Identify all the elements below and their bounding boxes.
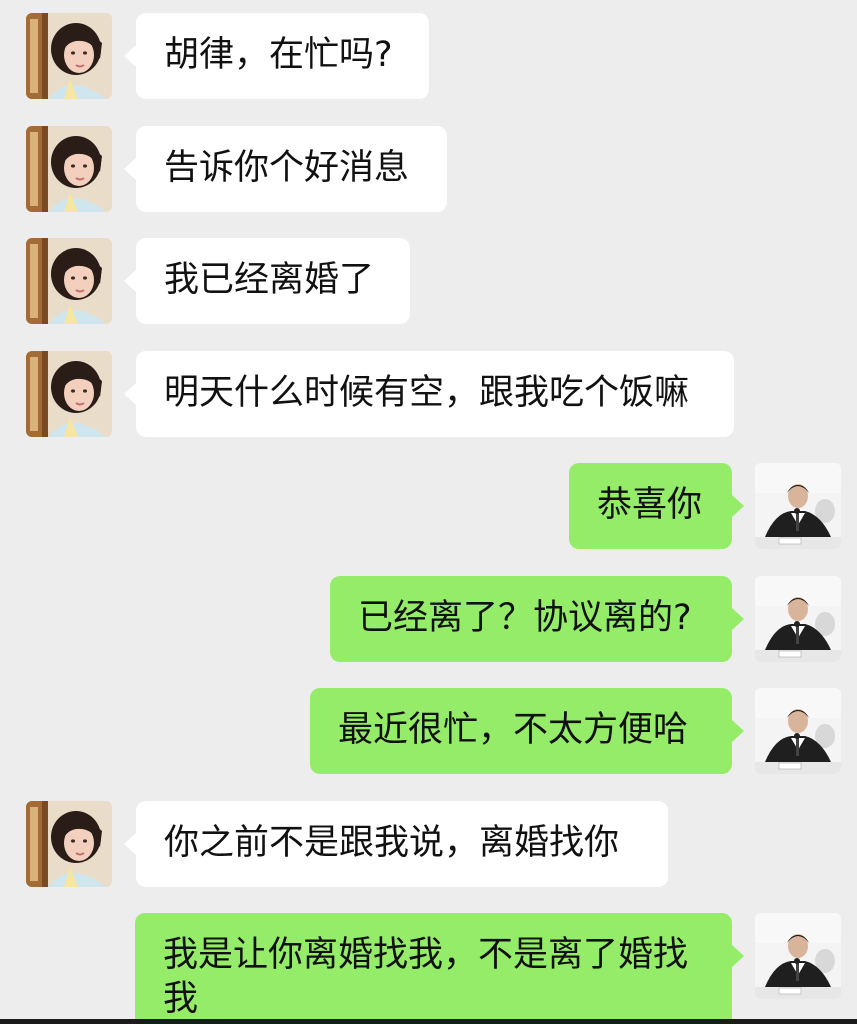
message-text: 已经离了？协议离的? — [358, 598, 692, 638]
sent-message-bubble[interactable]: 我是让你离婚找我，不是离了婚找我 — [135, 913, 744, 1024]
message-text: 我是让你离婚找我，不是离了婚找我 — [163, 935, 689, 1019]
received-message-bubble[interactable]: 你之前不是跟我说，离婚找你 — [124, 801, 668, 887]
received-message-bubble[interactable]: 明天什么时候有空，跟我吃个饭嘛 — [124, 351, 734, 437]
message-text: 恭喜你 — [597, 485, 703, 525]
message-text: 明天什么时候有空，跟我吃个饭嘛 — [164, 373, 690, 413]
message-text: 你之前不是跟我说，离婚找你 — [164, 823, 620, 863]
contact-avatar-icon[interactable] — [26, 126, 112, 212]
received-message-bubble[interactable]: 我已经离婚了 — [124, 238, 410, 324]
received-message-bubble[interactable]: 胡律，在忙吗? — [124, 13, 429, 99]
message-text: 最近很忙，不太方便哈 — [338, 710, 689, 750]
contact-avatar-icon[interactable] — [26, 13, 112, 99]
sent-message-bubble[interactable]: 已经离了？协议离的? — [330, 576, 744, 662]
self-avatar-icon[interactable] — [755, 688, 841, 774]
message-text: 我已经离婚了 — [164, 260, 375, 300]
self-avatar-icon[interactable] — [755, 576, 841, 662]
contact-avatar-icon[interactable] — [26, 238, 112, 324]
sent-message-bubble[interactable]: 最近很忙，不太方便哈 — [310, 688, 744, 774]
self-avatar-icon[interactable] — [755, 913, 841, 999]
received-message-bubble[interactable]: 告诉你个好消息 — [124, 126, 447, 212]
contact-avatar-icon[interactable] — [26, 801, 112, 887]
self-avatar-icon[interactable] — [755, 463, 841, 549]
sent-message-bubble[interactable]: 恭喜你 — [569, 463, 744, 549]
message-text: 告诉你个好消息 — [164, 148, 410, 188]
message-text: 胡律，在忙吗? — [164, 35, 393, 75]
contact-avatar-icon[interactable] — [26, 351, 112, 437]
chat-window: 胡律，在忙吗? 告诉你个好消息 我已经离婚了 明天什么时候有空，跟我吃个饭嘛 恭… — [0, 0, 857, 1024]
bottom-edge-bar — [0, 1019, 857, 1024]
